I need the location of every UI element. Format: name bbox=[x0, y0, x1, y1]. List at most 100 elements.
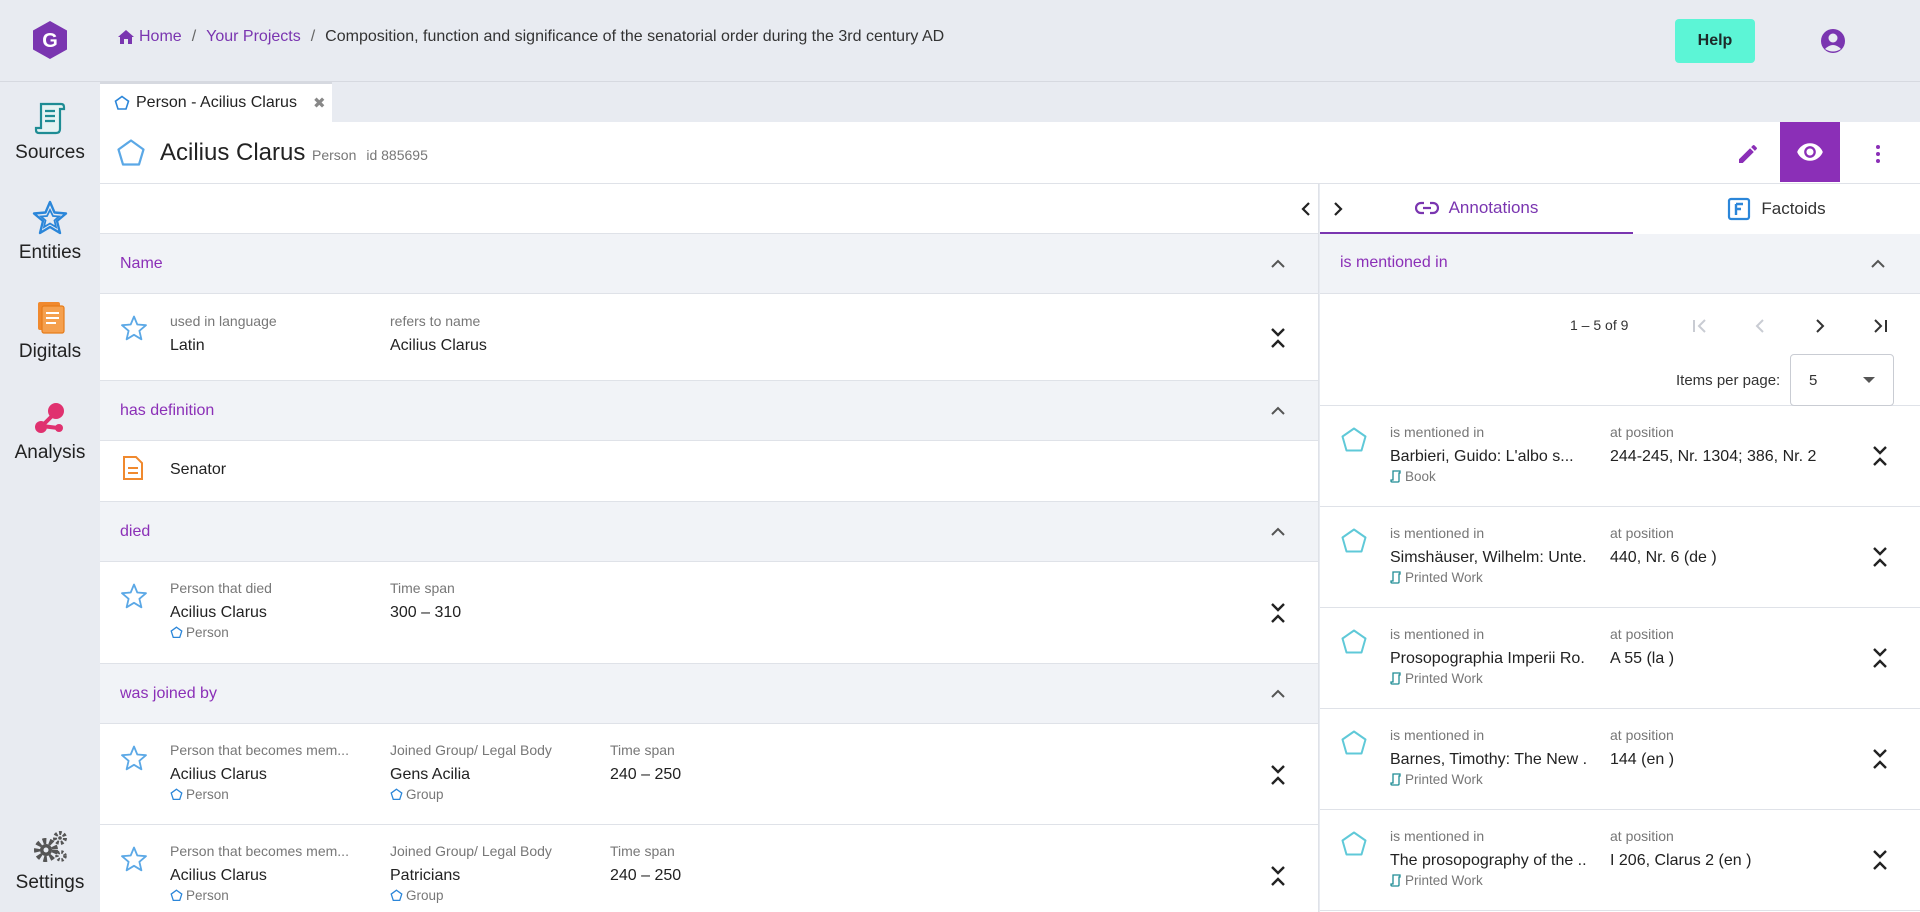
sidebar-item-label: Entities bbox=[18, 242, 82, 263]
chevron-up-icon[interactable] bbox=[1268, 522, 1288, 542]
died-row: Person that died Acilius Clarus Person T… bbox=[100, 562, 1318, 664]
section-joined-header[interactable]: was joined by bbox=[100, 664, 1318, 724]
edit-button[interactable] bbox=[1730, 136, 1766, 172]
section-name-header[interactable]: Name bbox=[100, 234, 1318, 294]
section-definition-header[interactable]: has definition bbox=[100, 381, 1318, 441]
section-mentioned-header[interactable]: is mentioned in bbox=[1320, 234, 1920, 294]
expand-icon[interactable] bbox=[1268, 862, 1288, 890]
pentagon-icon bbox=[1341, 427, 1367, 452]
field-label: at position bbox=[1610, 828, 1674, 844]
sidebar-item-sources[interactable]: Sources bbox=[0, 100, 100, 164]
time-span-field: Time span 240 – 250 bbox=[610, 843, 681, 885]
field-value[interactable]: Gens Acilia bbox=[390, 766, 552, 784]
source-type-label: Printed Work bbox=[1405, 570, 1483, 585]
sidebar-item-entities[interactable]: Entities bbox=[0, 200, 100, 264]
source-type-label: Printed Work bbox=[1405, 772, 1483, 787]
entity-id: id 885695 bbox=[366, 147, 428, 163]
field-value[interactable]: Simshäuser, Wilhelm: Unte. bbox=[1390, 549, 1587, 567]
tab-annotations[interactable]: Annotations bbox=[1320, 184, 1633, 234]
sidebar: Sources Entities Digitals Analysis Setti… bbox=[0, 82, 100, 912]
annotations-panel: Annotations Factoids is mentioned in 1 –… bbox=[1320, 184, 1920, 912]
source-type-label: Book bbox=[1405, 469, 1436, 484]
chevron-up-icon[interactable] bbox=[1268, 254, 1288, 274]
app-logo-icon[interactable]: G bbox=[30, 20, 70, 60]
field-value[interactable]: The prosopography of the .. bbox=[1390, 852, 1587, 870]
field-value[interactable]: Patricians bbox=[390, 867, 552, 885]
field-value[interactable]: Barnes, Timothy: The New . bbox=[1390, 751, 1587, 769]
chevron-up-icon[interactable] bbox=[1268, 684, 1288, 704]
expand-icon[interactable] bbox=[1870, 543, 1890, 571]
field-value[interactable]: Acilius Clarus bbox=[170, 867, 349, 885]
view-mode-button[interactable] bbox=[1780, 122, 1840, 182]
eye-icon bbox=[1797, 143, 1823, 161]
expand-icon[interactable] bbox=[1268, 324, 1288, 352]
field-label: Time span bbox=[610, 843, 675, 859]
items-per-page-select[interactable]: 5 bbox=[1790, 354, 1894, 406]
annotation-row: is mentioned in Barbieri, Guido: L'albo … bbox=[1320, 406, 1920, 507]
last-page-button[interactable] bbox=[1866, 312, 1894, 340]
expand-icon[interactable] bbox=[1870, 745, 1890, 773]
first-page-button[interactable] bbox=[1686, 312, 1714, 340]
field-label: is mentioned in bbox=[1390, 525, 1485, 541]
close-icon[interactable]: ✖ bbox=[313, 94, 326, 112]
star-icon[interactable] bbox=[120, 744, 148, 772]
expand-icon[interactable] bbox=[1268, 761, 1288, 789]
scroll-icon bbox=[1390, 571, 1401, 584]
entity-type-label: Person bbox=[186, 625, 229, 640]
field-label: Person that becomes mem... bbox=[170, 843, 349, 859]
section-title: was joined by bbox=[120, 685, 217, 702]
field-value: 144 (en ) bbox=[1610, 751, 1675, 768]
more-options-button[interactable] bbox=[1860, 136, 1896, 172]
annotation-row: is mentioned in Simshäuser, Wilhelm: Unt… bbox=[1320, 507, 1920, 608]
breadcrumb-home[interactable]: Home bbox=[118, 28, 182, 46]
star-icon[interactable] bbox=[120, 845, 148, 873]
section-died-header[interactable]: died bbox=[100, 502, 1318, 562]
user-account-icon[interactable] bbox=[1820, 28, 1846, 54]
field-label: at position bbox=[1610, 525, 1674, 541]
entity-meta: Person id 885695 bbox=[312, 147, 428, 163]
field-value[interactable]: Barbieri, Guido: L'albo s... bbox=[1390, 448, 1574, 466]
star-icon[interactable] bbox=[120, 314, 148, 342]
chevron-right-icon bbox=[1816, 319, 1825, 333]
next-page-button[interactable] bbox=[1806, 312, 1834, 340]
help-button[interactable]: Help bbox=[1675, 19, 1755, 63]
sidebar-item-digitals[interactable]: Digitals bbox=[0, 299, 100, 363]
pentagon-icon bbox=[390, 889, 403, 902]
sidebar-item-label: Digitals bbox=[18, 341, 82, 362]
field-value[interactable]: Acilius Clarus bbox=[170, 766, 349, 784]
source-type-badge: Printed Work bbox=[1390, 671, 1585, 686]
analysis-icon bbox=[35, 403, 64, 433]
expand-icon[interactable] bbox=[1870, 644, 1890, 672]
field-label: used in language bbox=[170, 313, 277, 329]
pentagon-icon bbox=[1341, 528, 1367, 553]
source-type-label: Printed Work bbox=[1405, 873, 1483, 888]
previous-page-button[interactable] bbox=[1746, 312, 1774, 340]
breadcrumb-separator: / bbox=[191, 28, 197, 45]
tab-factoids[interactable]: Factoids bbox=[1633, 184, 1920, 234]
document-tab-label: Person - Acilius Clarus bbox=[136, 94, 297, 111]
document-tab-person[interactable]: Person - Acilius Clarus ✖ bbox=[100, 82, 332, 122]
field-value[interactable]: Prosopographia Imperii Ro. bbox=[1390, 650, 1585, 668]
breadcrumb-separator: / bbox=[310, 28, 316, 45]
at-position-field: at position A 55 (la ) bbox=[1610, 626, 1674, 668]
sidebar-item-analysis[interactable]: Analysis bbox=[0, 400, 100, 464]
entity-type-badge: Person bbox=[170, 787, 349, 802]
time-span-field: Time span 240 – 250 bbox=[610, 742, 681, 784]
scroll-icon bbox=[1390, 672, 1401, 685]
breadcrumb-projects[interactable]: Your Projects bbox=[206, 28, 301, 46]
chevron-up-icon[interactable] bbox=[1868, 254, 1888, 274]
expand-icon[interactable] bbox=[1870, 846, 1890, 874]
star-icon[interactable] bbox=[120, 582, 148, 610]
sidebar-item-settings[interactable]: Settings bbox=[0, 830, 100, 894]
expand-icon[interactable] bbox=[1268, 599, 1288, 627]
chevron-left-icon[interactable] bbox=[1296, 199, 1316, 219]
refers-to-name-field: refers to name Acilius Clarus bbox=[390, 313, 487, 355]
scroll-icon bbox=[34, 102, 66, 135]
expand-icon[interactable] bbox=[1870, 442, 1890, 470]
field-value[interactable]: Acilius Clarus bbox=[170, 604, 272, 622]
pentagon-icon bbox=[114, 95, 130, 110]
joined-row: Person that becomes mem... Acilius Claru… bbox=[100, 825, 1318, 912]
entity-header: Acilius Clarus Person id 885695 bbox=[100, 122, 1920, 184]
field-value: Acilius Clarus bbox=[390, 337, 487, 354]
chevron-up-icon[interactable] bbox=[1268, 401, 1288, 421]
